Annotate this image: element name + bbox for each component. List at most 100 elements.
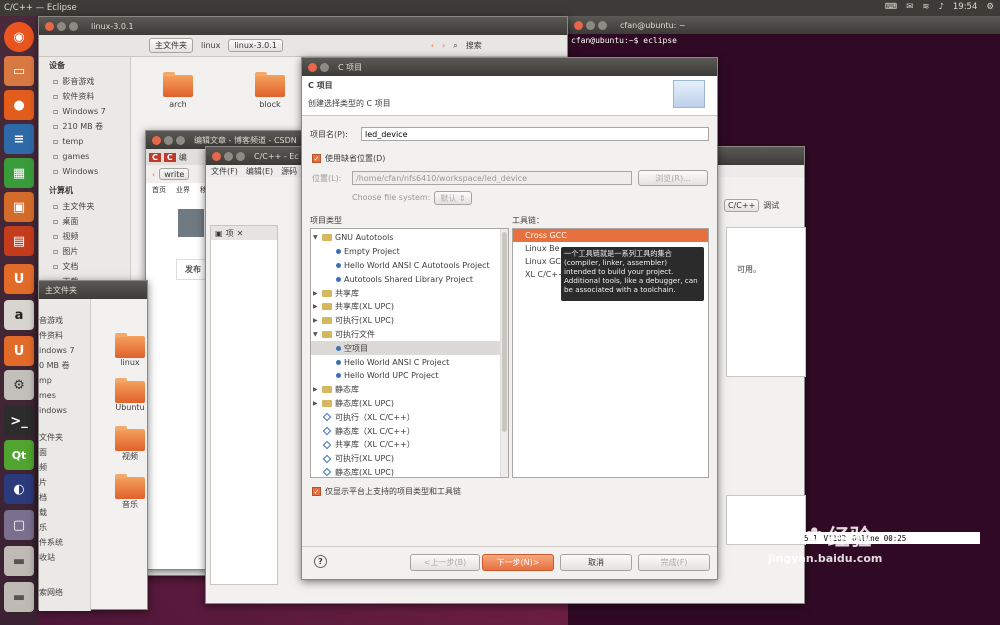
tree-item[interactable]: ▶ 共享库	[311, 286, 508, 300]
expand-arrow-icon[interactable]: ▶	[313, 386, 319, 393]
sidebar-item[interactable]: mes	[39, 388, 90, 403]
back-icon[interactable]: ‹	[431, 41, 434, 50]
gear-icon[interactable]: ⚙	[986, 2, 994, 12]
tree-item[interactable]: ▶ 共享库(XL UPC)	[311, 300, 508, 314]
expand-arrow-icon[interactable]: ▶	[313, 303, 319, 310]
sidebar-item-documents[interactable]: ▫ 文档	[39, 259, 130, 274]
software-center-icon[interactable]: ▤	[4, 226, 34, 256]
close-button[interactable]	[152, 135, 161, 145]
clock[interactable]: 19:54	[953, 2, 978, 12]
expand-arrow-icon[interactable]: ▼	[313, 331, 319, 338]
files-icon[interactable]: ▭	[4, 56, 34, 86]
sidebar-item[interactable]: 0 MB 卷	[39, 358, 90, 373]
close-button[interactable]	[45, 21, 54, 31]
sidebar-item[interactable]: 件系统	[39, 535, 90, 550]
sidebar-item-device[interactable]: ▫ 影音游戏	[39, 74, 130, 89]
default-location-checkbox[interactable]: ✓ 使用缺省位置(D)	[312, 153, 385, 164]
maximize-button[interactable]	[176, 135, 185, 145]
nav-link[interactable]: 首页	[152, 185, 166, 195]
help-icon[interactable]: ?	[314, 555, 327, 568]
tree-item[interactable]: Hello World ANSI C Autotools Project	[311, 259, 508, 273]
csdn-tab-icon[interactable]: C	[149, 152, 161, 162]
sidebar-item-videos[interactable]: ▫ 视频	[39, 229, 130, 244]
finish-button[interactable]: 完成(F)	[638, 554, 710, 571]
folder-item[interactable]: block	[255, 72, 285, 109]
tree-item[interactable]: ▼ GNU Autotools	[311, 231, 508, 245]
close-button[interactable]	[308, 62, 317, 72]
sidebar-item[interactable]: 载	[39, 505, 90, 520]
sidebar-item-home[interactable]: ▫ 主文件夹	[39, 199, 130, 214]
tree-item[interactable]: Autotools Shared Library Project	[311, 272, 508, 286]
sidebar-item-device[interactable]: ▫ 210 MB 卷	[39, 119, 130, 134]
project-name-field[interactable]	[361, 127, 709, 141]
menu-edit[interactable]: 编辑(E)	[246, 166, 273, 177]
sidebar-item-device[interactable]: ▫ Windows 7	[39, 104, 130, 119]
close-icon[interactable]: ✕	[237, 229, 244, 238]
checkbox-checked-icon[interactable]: ✓	[312, 487, 321, 496]
keyboard-icon[interactable]: ⌨	[885, 2, 897, 12]
close-button[interactable]	[212, 151, 221, 161]
expand-arrow-icon[interactable]: ▶	[313, 400, 319, 407]
close-button[interactable]	[574, 20, 583, 30]
maximize-button[interactable]	[598, 20, 607, 30]
cancel-button[interactable]: 取消	[560, 554, 632, 571]
menu-file[interactable]: 文件(F)	[211, 166, 238, 177]
filter-checkbox[interactable]: ✓ 仅显示平台上支持的项目类型和工具链	[312, 486, 461, 497]
folder-item[interactable]: Ubuntu	[115, 378, 145, 412]
amazon-icon[interactable]: a	[4, 300, 34, 330]
minimize-button[interactable]	[224, 151, 233, 161]
maximize-button[interactable]	[69, 21, 78, 31]
minimize-button[interactable]	[57, 21, 66, 31]
toolchain-item[interactable]: Cross GCC	[513, 229, 708, 242]
tree-item[interactable]: 可执行(XL UPC)	[311, 452, 508, 466]
sidebar-item[interactable]: 收站	[39, 550, 90, 565]
crumb-home[interactable]: 主文件夹	[149, 38, 193, 53]
sidebar-item[interactable]: 索网络	[39, 585, 90, 600]
sidebar-item[interactable]: 面	[39, 445, 90, 460]
calc-icon[interactable]: ▦	[4, 158, 34, 188]
tree-item[interactable]: 共享库（XL C/C++）	[311, 438, 508, 452]
browser-tab[interactable]: 编	[179, 152, 187, 163]
vm-icon[interactable]: ▢	[4, 510, 34, 540]
debug-perspective-button[interactable]: 调试	[763, 200, 779, 211]
terminal-output[interactable]: cfan@ubuntu:~$ eclipse	[568, 34, 1000, 47]
search-label[interactable]: 搜索	[466, 40, 482, 51]
sidebar-item-device[interactable]: ▫ Windows	[39, 164, 130, 179]
qt-icon[interactable]: Qt	[4, 440, 34, 470]
forward-icon[interactable]: ›	[442, 41, 445, 50]
csdn-tab-icon-2[interactable]: C	[163, 152, 176, 162]
crumb-current[interactable]: linux-3.0.1	[228, 39, 283, 52]
eclipse-icon[interactable]: ◐	[4, 474, 34, 504]
folder-item[interactable]: 视频	[115, 426, 145, 462]
impress-icon[interactable]: ▣	[4, 192, 34, 222]
project-tab[interactable]: 项	[226, 228, 234, 239]
menu-source[interactable]: 源码	[281, 166, 297, 177]
sidebar-item-device[interactable]: ▫ games	[39, 149, 130, 164]
cpp-perspective-button[interactable]: C/C++	[724, 199, 760, 212]
sidebar-item[interactable]: indows	[39, 403, 90, 418]
sidebar-item[interactable]: 文件夹	[39, 430, 90, 445]
search-icon[interactable]: ⌕	[453, 41, 457, 51]
folder-item[interactable]: linux	[115, 333, 145, 367]
sidebar-item[interactable]: indows 7	[39, 343, 90, 358]
sidebar-item[interactable]: mp	[39, 373, 90, 388]
minimize-button[interactable]	[320, 62, 329, 72]
mail-icon[interactable]: ✉	[906, 2, 913, 12]
sidebar-item[interactable]: 片	[39, 475, 90, 490]
crumb-linux[interactable]: linux	[201, 41, 220, 50]
tree-item[interactable]: ▶ 静态库(XL UPC)	[311, 397, 508, 411]
drive-icon-2[interactable]: ▬	[4, 582, 34, 612]
sidebar-item[interactable]: 音游戏	[39, 313, 90, 328]
tree-scrollbar[interactable]	[500, 229, 508, 477]
tree-item[interactable]: 静态库（XL C/C++）	[311, 424, 508, 438]
tree-item[interactable]: Hello World UPC Project	[311, 369, 508, 383]
folder-item[interactable]: 音乐	[115, 474, 145, 510]
expand-arrow-icon[interactable]: ▶	[313, 290, 319, 297]
browse-button[interactable]: 浏览(R)...	[638, 170, 708, 186]
checkbox-checked-icon[interactable]: ✓	[312, 154, 321, 163]
sidebar-item[interactable]: 频	[39, 460, 90, 475]
sidebar-item[interactable]: 档	[39, 490, 90, 505]
sidebar-item[interactable]: 件资料	[39, 328, 90, 343]
tree-item[interactable]: ▼ 可执行文件	[311, 328, 508, 342]
minimize-button[interactable]	[586, 20, 595, 30]
